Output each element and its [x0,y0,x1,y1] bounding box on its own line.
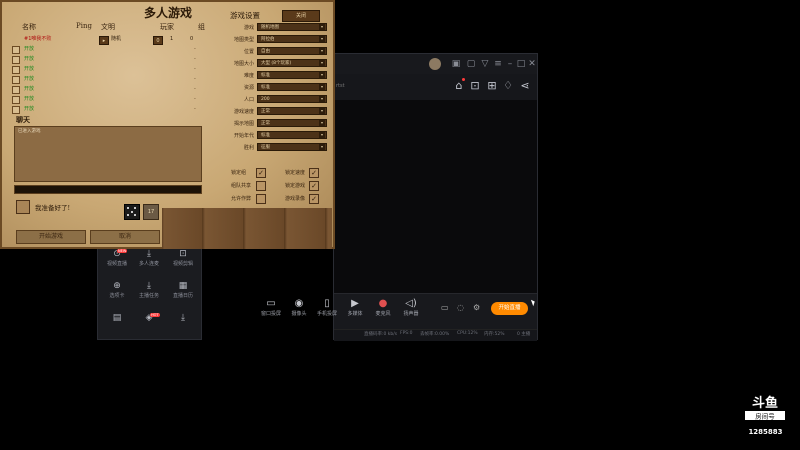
option-checkbox[interactable] [256,194,266,204]
eye-icon[interactable]: ◌ [457,303,464,312]
share-icon[interactable]: ⋖ [518,79,532,93]
record-icon: ⊡ [179,249,187,259]
notify-dot [462,78,465,81]
option-label: 锁定速度 [285,170,306,176]
calendar-icon: ▦ [178,281,188,291]
option-label: 锁定游戏 [285,183,306,189]
close-icon[interactable]: ✕ [526,58,538,70]
cancel-button[interactable]: 取消 [90,230,160,244]
hot-badge: HOT [150,313,160,317]
status-droprate: 丢帧率:0.00% [420,332,450,337]
option-label: 组队共享 [231,183,252,189]
image-icon: ▤ [112,313,122,323]
user-avatar[interactable] [429,58,441,70]
option-label: 游戏录像 [285,196,306,202]
start-live-button[interactable]: 开始直播 [491,302,528,315]
tool-multi[interactable]: ⤓ 多人连麦 [134,249,164,267]
stream-url-fragment: rtst [336,83,345,89]
bell-icon[interactable]: ♢ [501,79,515,93]
gear-icon[interactable]: ⚙ [473,303,480,312]
speaker-tool[interactable]: ◁) 扬声器 [397,298,425,318]
status-memory: 内存:52% [484,332,505,337]
stream-toolbar: rtst ⌂ ⊡ ⊞ ♢ ⋖ [334,74,537,101]
start-game-button[interactable]: 开始游戏 [16,230,86,244]
download-icon: ⤓ [147,249,151,259]
screen-icon: ▭ [266,298,276,309]
settings-options: 锁定组 ✓ 锁定速度 ✓ 组队共享 锁定游戏 ✓ 允许作弊 游戏录像 ✓ [0,0,335,210]
option-checkbox[interactable]: ✓ [309,194,319,204]
stream-preview-area[interactable] [334,100,537,293]
gift-icon[interactable]: ⌂ [452,79,466,93]
tool-task[interactable]: ⤓ 主播任务 [134,281,164,299]
wood-floor-decoration [162,208,332,249]
room-number: 1285883 [748,428,783,436]
download-icon: ⤓ [147,281,151,291]
stream-titlebar: ▣ ▢ ▽ ≡ – □ ✕ [334,54,537,74]
phone-icon: ▯ [324,298,330,309]
speaker-icon: ◁) [405,298,417,309]
stream-status-bar: 直播码率:0 kb/s FPS:0 丢帧率:0.00% CPU:12% 内存:5… [334,329,537,341]
status-host: 0 主播 [517,332,531,337]
tool-tab[interactable]: ⊕ 选项卡 [102,281,132,299]
media-icon: ▶ [351,298,359,309]
tool-image[interactable]: ▤ [102,313,132,324]
window-cast-tool[interactable]: ▭ 窗口投屏 [257,298,285,318]
status-fps: FPS:0 [400,331,413,336]
svg-text:房间号: 房间号 [755,412,775,421]
status-cpu: CPU:12% [457,331,478,336]
download-icon: ⤓ [181,313,185,323]
record-icon[interactable]: ▭ [441,303,449,312]
media-tool[interactable]: ▶ 多媒体 [341,298,369,318]
tool-download[interactable]: ⤓ [168,313,198,324]
status-bitrate: 直播码率:0 kb/s [364,332,398,337]
tool-calendar[interactable]: ▦ 直播日历 [168,281,198,299]
tool-edit[interactable]: ⊡ 视频剪辑 [168,249,198,267]
settings-icon[interactable]: ▽ [479,58,491,70]
camera-tool[interactable]: ◉ 摄像头 [285,298,313,318]
menu-icon[interactable]: ≡ [492,58,504,70]
message-icon[interactable]: ▢ [465,58,477,70]
stream-bottom-tools: ▭ 窗口投屏 ◉ 摄像头 ▯ 手机投屏 ▶ 多媒体 ● 麦克风 ◁) 扬声器 ▭… [261,293,538,329]
phone-cast-tool[interactable]: ▯ 手机投屏 [313,298,341,318]
mic-tool[interactable]: ● 麦克风 [369,298,397,318]
camera-icon: ◉ [294,298,304,309]
mic-icon: ● [378,298,388,309]
option-checkbox[interactable] [256,181,266,191]
gift-icon: ⊕ [113,281,121,291]
layout-icon[interactable]: ⊞ [485,79,499,93]
lock-icon[interactable]: ⊡ [468,79,482,93]
option-checkbox[interactable]: ✓ [309,181,319,191]
stream-tool-panel: ⊙ 视频直播 NEW ⤓ 多人连麦 ⊡ 视频剪辑 ⊕ 选项卡 ⤓ 主播任务 ▦ … [97,240,202,340]
option-checkbox[interactable]: ✓ [256,168,266,178]
skin-icon[interactable]: ▣ [450,58,462,70]
option-label: 允许作弊 [231,196,252,202]
douyu-logo: 斗鱼 房间号 [745,395,785,421]
option-label: 锁定组 [231,170,247,176]
new-badge: NEW [117,249,128,253]
option-checkbox[interactable]: ✓ [309,168,319,178]
svg-text:斗鱼: 斗鱼 [752,395,778,411]
